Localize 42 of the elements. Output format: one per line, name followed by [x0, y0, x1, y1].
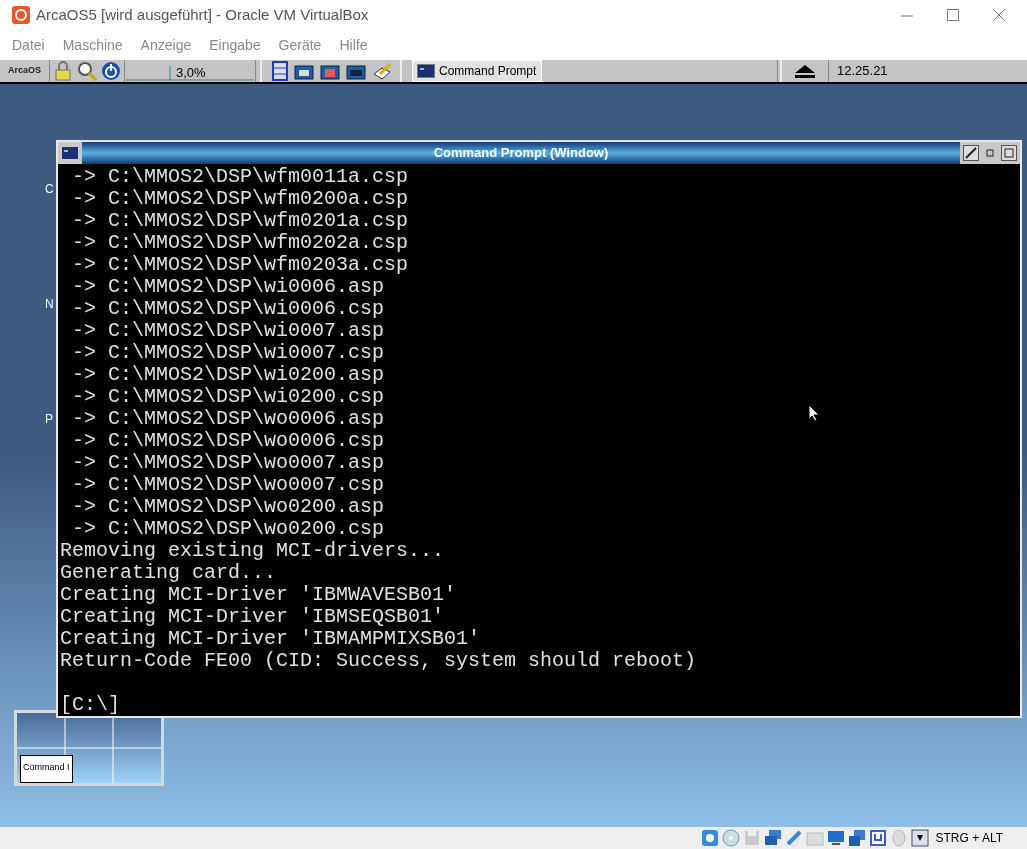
console-line: -> C:\MMOS2\DSP\wo0200.csp	[71, 517, 385, 540]
console-line: Creating MCI-Driver 'IBMSEQSB01'	[60, 605, 445, 628]
console-line: Return-Code FE00 (CID: Success, system should reboot)	[60, 649, 697, 672]
mini-window[interactable]: Command I	[20, 755, 73, 783]
console-line: -> C:\MMOS2\DSP\wi0200.asp	[71, 363, 385, 386]
console-line: -> C:\MMOS2\DSP\wfm0011a.csp	[71, 165, 409, 188]
console-line: -> C:\MMOS2\DSP\wi0006.csp	[71, 297, 385, 320]
console-line: -> C:\MMOS2\DSP\wi0007.csp	[71, 341, 385, 364]
menu-item[interactable]: Maschine	[53, 34, 132, 56]
arcaos-button[interactable]: ArcaOS	[0, 60, 50, 82]
command-prompt[interactable]: [C:\]	[60, 693, 120, 716]
menu-item[interactable]: Hilfe	[330, 34, 377, 56]
console-line: Generating card...	[60, 561, 277, 584]
desktop-icon-label[interactable]: C	[45, 180, 54, 198]
task-button[interactable]: Command Prompt	[412, 60, 542, 82]
console-line: -> C:\MMOS2\DSP\wi0007.asp	[71, 319, 385, 342]
console-line: -> C:\MMOS2\DSP\wo0007.asp	[71, 451, 385, 474]
console-line: -> C:\MMOS2\DSP\wfm0201a.csp	[71, 209, 409, 232]
console-line: -> C:\MMOS2\DSP\wfm0203a.csp	[71, 253, 409, 276]
title-bar: Command Prompt (Window)	[82, 142, 960, 164]
console-line: -> C:\MMOS2\DSP\wfm0202a.csp	[71, 231, 409, 254]
clock: 12.25.21	[837, 62, 888, 81]
console-line: -> C:\MMOS2\DSP\wo0200.asp	[71, 495, 385, 518]
desktop-icon-label[interactable]: N	[45, 295, 54, 313]
menu-item[interactable]: Anzeige	[131, 34, 201, 56]
host-key-label: STRG + ALT	[935, 830, 1003, 847]
menu-item[interactable]: Eingabe	[200, 34, 270, 56]
desktop-icon-label[interactable]: P	[45, 410, 53, 428]
console-line: -> C:\MMOS2\DSP\wo0006.asp	[71, 407, 385, 430]
console-line: -> C:\MMOS2\DSP\wo0006.csp	[71, 429, 385, 452]
console-line: Removing existing MCI-drivers...	[60, 539, 445, 562]
cpu-reading: 3,0%	[176, 64, 206, 82]
console-line: -> C:\MMOS2\DSP\wo0007.csp	[71, 473, 385, 496]
console-line: Creating MCI-Driver 'IBMAMPMIXSB01'	[60, 627, 481, 650]
workspace-map[interactable]: Command I	[17, 713, 161, 783]
console-line: -> C:\MMOS2\DSP\wi0200.csp	[71, 385, 385, 408]
console-line: Creating MCI-Driver 'IBMWAVESB01'	[60, 583, 457, 606]
menu-item[interactable]: Geräte	[269, 34, 331, 56]
console-line: -> C:\MMOS2\DSP\wfm0200a.csp	[71, 187, 409, 210]
console-line: -> C:\MMOS2\DSP\wi0006.asp	[71, 275, 385, 298]
menu-item[interactable]: Datei	[3, 34, 54, 56]
window-title: ArcaOS5 [wird ausgeführt] - Oracle VM VirtualBox	[36, 4, 369, 25]
